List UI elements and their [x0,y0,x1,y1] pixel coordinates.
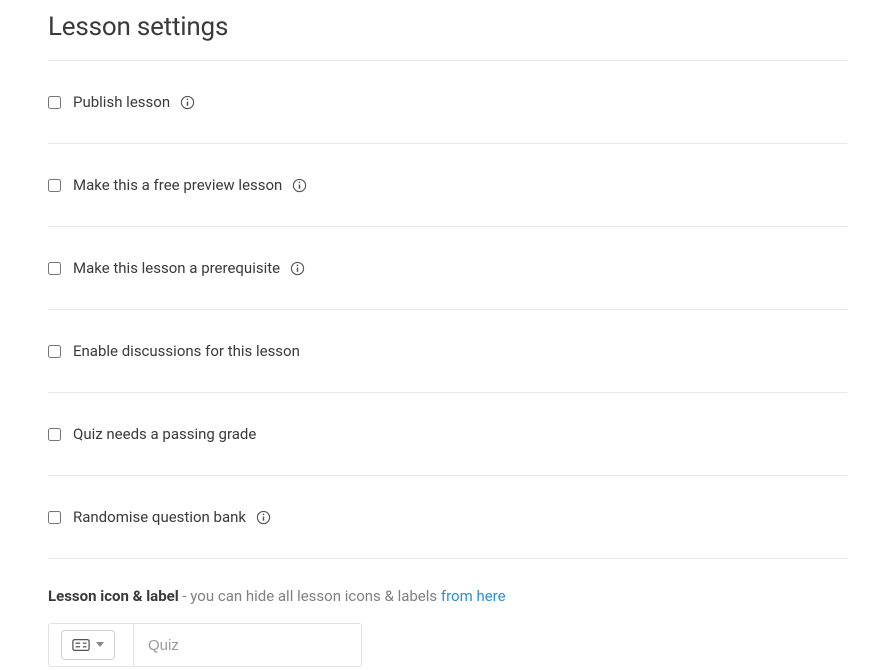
caret-down-icon [96,642,104,648]
publish-checkbox[interactable] [48,96,61,109]
icon-label-heading: Lesson icon & label - you can hide all l… [48,587,847,605]
setting-row-discussions: Enable discussions for this lesson [48,310,847,392]
icon-label-controls [48,623,847,667]
prerequisite-label: Make this lesson a prerequisite [73,259,280,277]
randomise-label: Randomise question bank [73,508,246,526]
passing-grade-label: Quiz needs a passing grade [73,425,256,443]
icon-selector-wrapper [48,623,134,667]
prerequisite-checkbox[interactable] [48,262,61,275]
free-preview-checkbox[interactable] [48,179,61,192]
setting-row-publish: Publish lesson [48,61,847,143]
discussions-label: Enable discussions for this lesson [73,342,300,360]
icon-selector-button[interactable] [61,630,115,660]
info-icon[interactable] [180,95,195,110]
page-title: Lesson settings [48,12,847,42]
icon-label-section: Lesson icon & label - you can hide all l… [48,559,847,667]
info-icon[interactable] [256,510,271,525]
info-icon[interactable] [290,261,305,276]
icon-label-heading-bold: Lesson icon & label [48,587,179,605]
card-icon [72,638,90,652]
randomise-checkbox[interactable] [48,511,61,524]
icon-label-heading-link[interactable]: from here [441,587,506,605]
setting-row-free-preview: Make this a free preview lesson [48,144,847,226]
passing-grade-checkbox[interactable] [48,428,61,441]
icon-label-heading-rest: - you can hide all lesson icons & labels [179,587,441,605]
setting-row-randomise: Randomise question bank [48,476,847,558]
discussions-checkbox[interactable] [48,345,61,358]
publish-label: Publish lesson [73,93,170,111]
free-preview-label: Make this a free preview lesson [73,176,282,194]
lesson-label-input[interactable] [133,623,362,667]
setting-row-passing-grade: Quiz needs a passing grade [48,393,847,475]
setting-row-prerequisite: Make this lesson a prerequisite [48,227,847,309]
info-icon[interactable] [292,178,307,193]
